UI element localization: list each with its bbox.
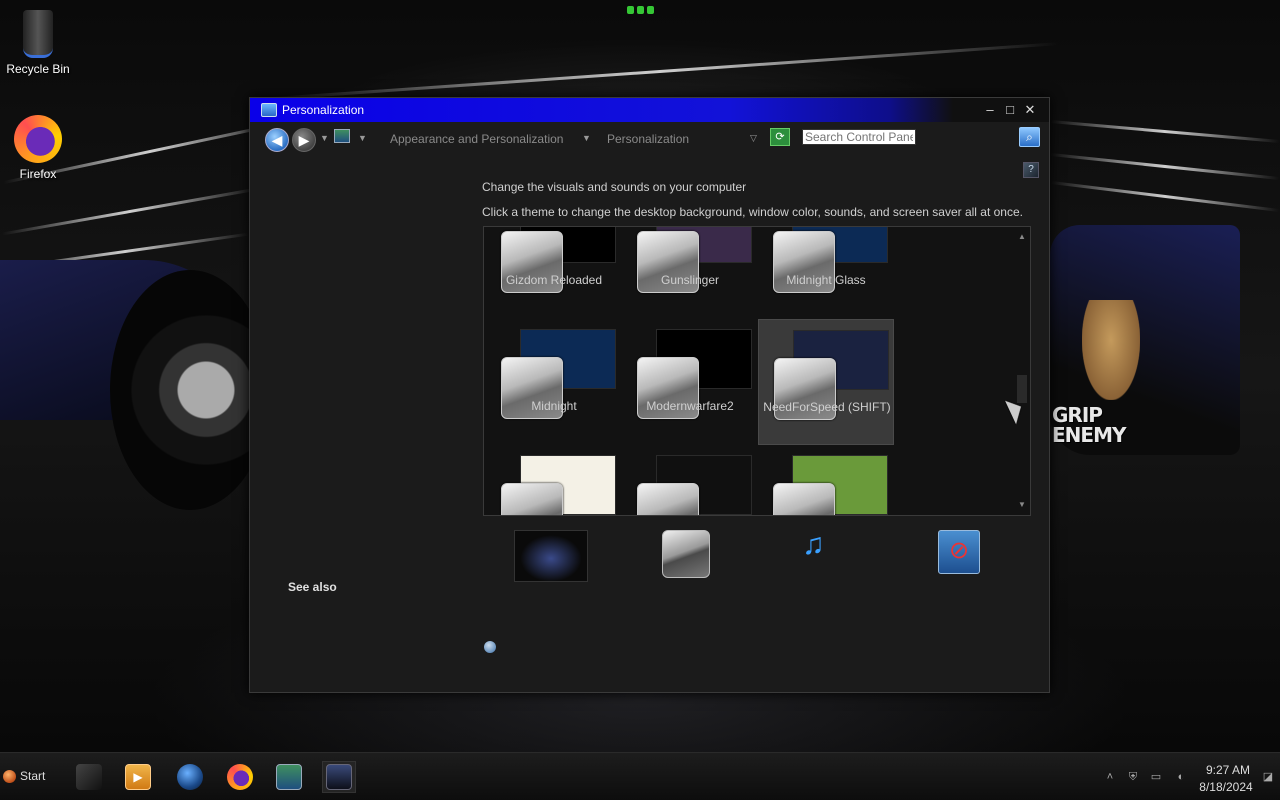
action-center-icon[interactable]: ◪: [1260, 769, 1276, 785]
forward-button[interactable]: ▶: [292, 128, 316, 152]
firefox-icon: [14, 115, 62, 163]
theme-color-swatch: [637, 483, 699, 515]
maximize-button[interactable]: □: [1001, 102, 1019, 118]
theme-name: NeedForSpeed (SHIFT): [763, 400, 891, 414]
taskbar-app-firefox[interactable]: [223, 761, 257, 793]
theme-item[interactable]: Gunslinger: [622, 227, 758, 319]
wallpaper-light-streak: [260, 42, 1060, 101]
scroll-up-button[interactable]: ▲: [1015, 231, 1029, 243]
window-color-icon: [662, 530, 710, 578]
control-panel-icon: [261, 103, 277, 117]
desktop-icon-firefox[interactable]: Firefox: [0, 115, 76, 181]
file-explorer-icon: [76, 764, 102, 790]
theme-item[interactable]: Midnight Glass: [758, 227, 894, 319]
theme-name: Gizdom Reloaded: [505, 273, 603, 287]
recent-pages-dropdown[interactable]: ▼: [320, 133, 329, 143]
clock-date[interactable]: 8/18/2024: [1196, 780, 1256, 794]
desktop-icon-label: Recycle Bin: [6, 62, 70, 76]
recycle-bin-icon: [23, 10, 53, 58]
theme-item[interactable]: Modernwarfare2: [622, 319, 758, 445]
taskbar-app-explorer[interactable]: [72, 761, 106, 793]
theme-item[interactable]: [758, 445, 894, 515]
wallpaper-sticker-text: GRIP ENEMY: [1052, 403, 1126, 447]
taskbar-app-internet-explorer[interactable]: [173, 761, 207, 793]
theme-name: Midnight: [531, 399, 577, 413]
wallpaper-light-streak: [1050, 180, 1280, 213]
theme-color-swatch: [501, 483, 563, 515]
theme-color-swatch: [773, 483, 835, 515]
wallpaper-light-streak: [1050, 119, 1280, 144]
window-color-button[interactable]: [662, 530, 736, 582]
info-icon[interactable]: [484, 641, 496, 653]
theme-item[interactable]: Midnight: [486, 319, 622, 445]
search-icon: ⌕: [1026, 130, 1033, 144]
theme-name: Gunslinger: [660, 273, 720, 287]
sounds-button[interactable]: ♫: [802, 530, 876, 582]
start-button[interactable]: Start: [3, 765, 45, 787]
screen-saver-button[interactable]: ⊘: [938, 530, 1012, 582]
arrow-right-icon: ▶: [298, 132, 310, 148]
scroll-down-button[interactable]: ▼: [1015, 499, 1029, 511]
wallpaper-car-wheel: [110, 270, 270, 510]
personalization-icon: [326, 764, 352, 790]
taskbar-app-control-panel[interactable]: [272, 761, 306, 793]
refresh-button[interactable]: ⟳: [770, 128, 790, 146]
address-history-dropdown[interactable]: ▽: [750, 133, 757, 144]
taskbar-app-media-player[interactable]: ▶: [121, 761, 155, 793]
network-icon[interactable]: ▭: [1148, 769, 1164, 785]
start-label: Start: [20, 769, 46, 783]
minimize-button[interactable]: –: [981, 102, 999, 118]
security-icon[interactable]: ⛨: [1125, 769, 1141, 785]
scrollbar-thumb[interactable]: [1017, 375, 1027, 403]
start-orb-icon: [3, 769, 16, 783]
firefox-icon: [227, 764, 253, 790]
search-input[interactable]: [802, 129, 916, 145]
wallpaper-hamster: [1082, 300, 1140, 400]
media-player-icon: ▶: [125, 764, 151, 790]
breadcrumb-personalization[interactable]: Personalization: [607, 132, 689, 146]
desktop-icon-recycle-bin[interactable]: Recycle Bin: [0, 10, 76, 76]
theme-name: Midnight Glass: [786, 273, 866, 287]
show-hidden-icons[interactable]: ˄: [1102, 769, 1118, 785]
search-button[interactable]: ⌕: [1019, 127, 1040, 147]
see-also-heading: See also: [288, 580, 337, 594]
address-toolbar: ◀ ▶ ▼ ▼ Appearance and Personalization ▼…: [250, 122, 1049, 154]
title-bar[interactable]: Personalization – □ ✕: [250, 98, 1049, 122]
theme-name: Modernwarfare2: [646, 399, 734, 413]
page-instruction: Click a theme to change the desktop back…: [482, 205, 1023, 219]
close-button[interactable]: ✕: [1021, 102, 1039, 118]
theme-list[interactable]: Gizdom Reloaded Gunslinger Midnight Glass M…: [483, 226, 1031, 516]
desktop-icon-label: Firefox: [19, 167, 57, 181]
personalization-window: Personalization – □ ✕ ◀ ▶ ▼ ▼ Appearance…: [249, 97, 1050, 693]
internet-explorer-icon: [177, 764, 203, 790]
wallpaper-green-lights: [624, 6, 656, 16]
desktop-background-button[interactable]: [514, 530, 588, 582]
address-root-dropdown[interactable]: ▼: [358, 133, 367, 143]
update-icon[interactable]: ◐: [1173, 769, 1189, 785]
theme-item[interactable]: NeedForSpeed (SHIFT): [758, 319, 894, 445]
wallpaper-light-streak: [1050, 152, 1280, 181]
wallpaper-light-streak: [1, 187, 259, 236]
help-icon[interactable]: ?: [1023, 162, 1039, 178]
theme-item[interactable]: [486, 445, 622, 515]
back-button[interactable]: ◀: [265, 128, 289, 152]
sounds-icon: ♫: [802, 528, 825, 561]
theme-item[interactable]: [622, 445, 758, 515]
theme-item[interactable]: Gizdom Reloaded: [486, 227, 622, 319]
breadcrumb-appearance-dropdown[interactable]: ▼: [582, 133, 591, 143]
arrow-left-icon: ◀: [271, 132, 283, 148]
taskbar-app-personalization[interactable]: [322, 761, 356, 793]
clock-time[interactable]: 9:27 AM: [1204, 763, 1252, 777]
taskbar: Start ▶ ˄ ⛨ ▭ ◐ 9:27 AM 8/18/2024 ◪: [0, 752, 1280, 800]
screen-saver-icon: ⊘: [938, 530, 980, 574]
control-panel-icon: [276, 764, 302, 790]
breadcrumb-appearance[interactable]: Appearance and Personalization: [390, 132, 563, 146]
page-heading: Change the visuals and sounds on your co…: [482, 180, 747, 194]
window-title: Personalization: [282, 103, 365, 117]
address-bar-icon: [334, 129, 350, 143]
